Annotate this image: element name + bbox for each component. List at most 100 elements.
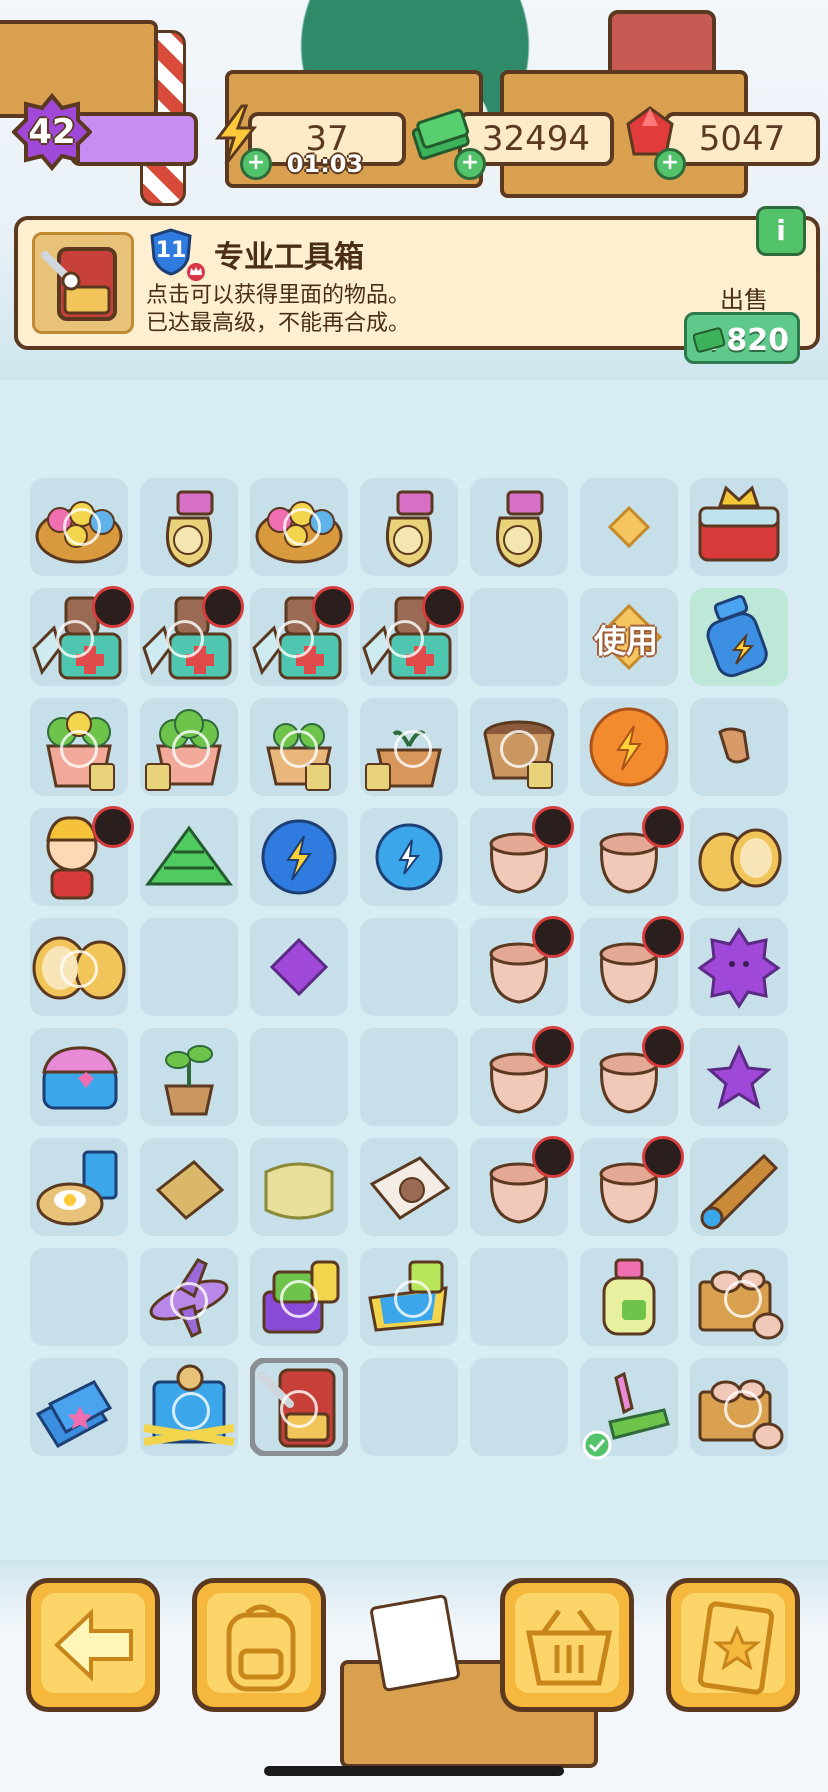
backpack-button[interactable] bbox=[192, 1578, 326, 1712]
board-cell[interactable] bbox=[690, 1138, 788, 1236]
lock-icon bbox=[642, 806, 684, 848]
order-card-decoration bbox=[369, 1593, 461, 1693]
board-cell-empty[interactable] bbox=[360, 1358, 458, 1456]
board-cell[interactable] bbox=[250, 808, 348, 906]
basket-icon bbox=[525, 1609, 613, 1686]
board-cell[interactable] bbox=[30, 1138, 128, 1236]
board-cell[interactable]: 使用 bbox=[580, 588, 678, 686]
board-cell[interactable] bbox=[250, 586, 354, 686]
telescope-icon bbox=[700, 1153, 779, 1230]
shanghai-sign-icon bbox=[264, 1162, 334, 1220]
energy-orb-blue-icon bbox=[261, 819, 337, 895]
cash-value: 32494 bbox=[481, 119, 591, 159]
sell-button[interactable]: +820 bbox=[684, 312, 800, 364]
board-cell[interactable] bbox=[690, 1028, 788, 1126]
arrow-left-icon bbox=[54, 1608, 133, 1682]
board-cell[interactable] bbox=[360, 808, 458, 906]
board-cell[interactable] bbox=[690, 588, 788, 686]
board-cell[interactable] bbox=[580, 1248, 678, 1346]
board-cell[interactable] bbox=[360, 586, 464, 686]
board-cell[interactable] bbox=[580, 478, 678, 576]
back-button[interactable] bbox=[26, 1578, 160, 1712]
board-cell[interactable] bbox=[140, 1138, 238, 1236]
board-cell[interactable] bbox=[30, 586, 134, 686]
broken-pot-shard-icon bbox=[718, 727, 750, 764]
board-cell[interactable] bbox=[470, 698, 568, 796]
board-cell[interactable] bbox=[580, 1136, 684, 1236]
board-cell[interactable] bbox=[580, 1026, 684, 1126]
board-cell[interactable] bbox=[580, 698, 678, 796]
info-button[interactable]: i bbox=[756, 206, 806, 256]
board-cell[interactable] bbox=[250, 1358, 348, 1456]
board-cell[interactable] bbox=[140, 1248, 238, 1346]
lock-icon bbox=[532, 916, 574, 958]
board-cell[interactable] bbox=[30, 918, 128, 1016]
board-cell[interactable] bbox=[250, 478, 348, 576]
board-cell-empty[interactable] bbox=[140, 918, 238, 1016]
merge-indicator bbox=[280, 1390, 318, 1428]
add-cash-button[interactable]: + bbox=[454, 148, 486, 180]
home-indicator[interactable] bbox=[264, 1766, 564, 1776]
board-cell[interactable] bbox=[140, 808, 238, 906]
add-gems-button[interactable]: + bbox=[654, 148, 686, 180]
board-cell[interactable] bbox=[140, 1028, 238, 1126]
merge-indicator bbox=[283, 508, 321, 546]
sell-label: 出售 bbox=[720, 286, 768, 314]
merge-indicator bbox=[172, 730, 210, 768]
board-cell[interactable] bbox=[250, 918, 348, 1016]
board-cell[interactable] bbox=[360, 1248, 458, 1346]
lock-icon bbox=[92, 586, 134, 628]
board-cell-empty[interactable] bbox=[360, 1028, 458, 1126]
item-description: 点击可以获得里面的物品。 已达最高级，不能再合成。 bbox=[146, 282, 410, 338]
professional-toolbox-thumbnail bbox=[32, 232, 134, 334]
board-cell[interactable] bbox=[690, 698, 788, 796]
board-cell[interactable] bbox=[250, 698, 348, 796]
board-cell[interactable] bbox=[360, 698, 458, 796]
crown-icon bbox=[187, 263, 205, 281]
player-level: 42 bbox=[28, 112, 76, 152]
board-cell[interactable] bbox=[580, 1358, 678, 1460]
board-cell[interactable] bbox=[470, 806, 574, 906]
board-cell-empty[interactable] bbox=[360, 918, 458, 1016]
board-cell[interactable] bbox=[250, 1138, 348, 1236]
board-cell[interactable] bbox=[580, 806, 684, 906]
merge-indicator bbox=[60, 950, 98, 988]
board-cell[interactable] bbox=[470, 478, 568, 576]
board-cell[interactable] bbox=[30, 698, 128, 796]
board-cell[interactable] bbox=[140, 1358, 238, 1456]
board-cell[interactable] bbox=[690, 478, 788, 576]
board-cell[interactable] bbox=[30, 478, 128, 576]
board-cell-empty[interactable] bbox=[470, 1358, 568, 1456]
board-cell[interactable] bbox=[250, 1248, 348, 1346]
board-cell[interactable] bbox=[30, 1358, 128, 1456]
task-card-button[interactable] bbox=[666, 1578, 800, 1712]
board-cell[interactable] bbox=[690, 808, 788, 906]
board-cell[interactable] bbox=[470, 1026, 574, 1126]
board-cell[interactable] bbox=[140, 478, 238, 576]
merge-indicator bbox=[276, 620, 314, 658]
board-cell[interactable] bbox=[360, 478, 458, 576]
board-cell[interactable] bbox=[580, 916, 684, 1016]
board-cell[interactable] bbox=[140, 586, 244, 686]
board-cell[interactable] bbox=[690, 918, 788, 1016]
board-cell-empty[interactable] bbox=[250, 1028, 348, 1126]
board-cell-empty[interactable] bbox=[470, 1248, 568, 1346]
board-cell[interactable] bbox=[690, 1358, 788, 1456]
board-cell[interactable] bbox=[140, 698, 238, 796]
basket-button[interactable] bbox=[500, 1578, 634, 1712]
merge-indicator bbox=[280, 1280, 318, 1318]
board-cell[interactable] bbox=[470, 1136, 574, 1236]
board-cell[interactable] bbox=[30, 806, 134, 906]
lock-icon bbox=[642, 1026, 684, 1068]
merge-indicator bbox=[280, 730, 318, 768]
board-cell-empty[interactable] bbox=[470, 588, 568, 686]
seed-packet-icon bbox=[155, 1160, 225, 1220]
board-cell[interactable] bbox=[470, 916, 574, 1016]
board-cell[interactable] bbox=[360, 1138, 458, 1236]
board-cell-empty[interactable] bbox=[30, 1248, 128, 1346]
add-energy-button[interactable]: + bbox=[240, 148, 272, 180]
board-cell[interactable] bbox=[30, 1028, 128, 1126]
board-cell[interactable] bbox=[690, 1248, 788, 1346]
use-label[interactable]: 使用 bbox=[594, 616, 658, 662]
gem-counter[interactable]: 5047 bbox=[664, 112, 820, 166]
